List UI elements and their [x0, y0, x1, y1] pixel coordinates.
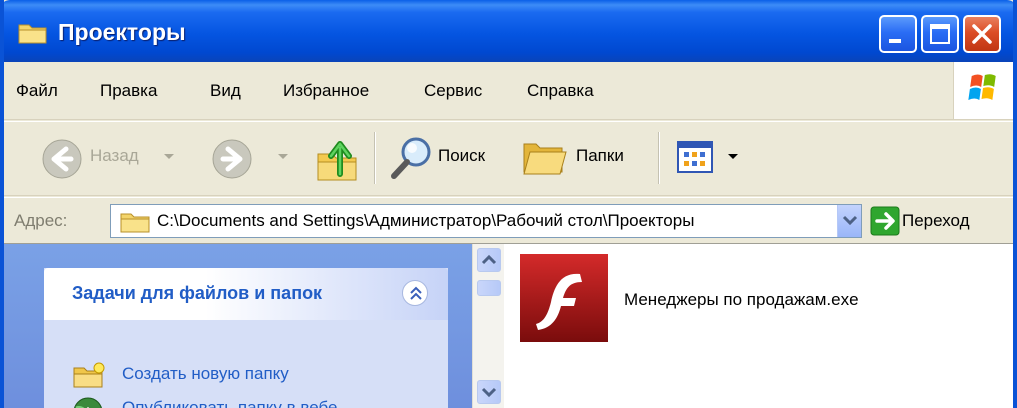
views-dropdown-icon[interactable] [726, 152, 740, 162]
file-item[interactable] [518, 252, 610, 349]
folder-icon [120, 213, 150, 233]
content-area: Задачи для файлов и папок Создать новую … [4, 243, 1013, 408]
search-icon[interactable] [388, 134, 436, 182]
vertical-scrollbar[interactable] [472, 244, 504, 408]
menu-view[interactable]: Вид [210, 81, 241, 101]
chevron-up-icon [481, 254, 497, 265]
address-path[interactable]: C:\Documents and Settings\Администратор\… [157, 211, 694, 231]
chevron-up-double-icon [410, 286, 422, 300]
close-icon [972, 24, 992, 44]
minimize-icon [889, 39, 901, 43]
scroll-down-button[interactable] [477, 380, 501, 404]
folders-label[interactable]: Папки [576, 146, 624, 166]
maximize-icon [930, 24, 950, 44]
maximize-button[interactable] [921, 15, 959, 53]
views-icon[interactable] [676, 140, 716, 176]
address-label: Адрес: [14, 211, 68, 230]
address-bar: Адрес: C:\Documents and Settings\Админис… [4, 197, 1013, 243]
scroll-up-button[interactable] [477, 248, 501, 272]
toolbar-separator [658, 132, 660, 184]
task-link-new-folder[interactable]: Создать новую папку [122, 364, 289, 384]
back-label[interactable]: Назад [90, 146, 139, 166]
scroll-thumb[interactable] [477, 280, 501, 296]
back-dropdown-icon[interactable] [162, 152, 176, 162]
go-button-label[interactable]: Переход [902, 211, 970, 231]
file-name[interactable]: Менеджеры по продажам.exe [624, 290, 859, 310]
collapse-button[interactable] [402, 280, 428, 306]
toolbar: Назад Поиск Папки [4, 121, 1013, 196]
search-label[interactable]: Поиск [438, 146, 485, 166]
minimize-button[interactable] [879, 15, 917, 53]
up-folder-icon[interactable] [314, 134, 360, 184]
windows-logo-area [953, 62, 1013, 119]
task-panel-title[interactable]: Задачи для файлов и папок [72, 283, 322, 304]
title-bar[interactable]: Проекторы [4, 0, 1013, 62]
menu-bar: Файл Правка Вид Избранное Сервис Справка [4, 62, 1013, 120]
address-dropdown-button[interactable] [837, 205, 861, 237]
chevron-down-icon [481, 387, 497, 398]
publish-web-icon [74, 397, 102, 408]
go-arrow-icon[interactable] [870, 206, 900, 236]
explorer-window: Проекторы Файл Правка Вид Избранное Серв… [0, 0, 1017, 408]
task-pane: Задачи для файлов и папок Создать новую … [4, 244, 472, 408]
window-title: Проекторы [58, 19, 186, 45]
back-arrow-icon[interactable] [40, 137, 84, 181]
chevron-down-icon [842, 215, 858, 226]
windows-logo-icon [968, 74, 996, 100]
close-button[interactable] [963, 15, 1001, 53]
folder-icon [18, 24, 47, 44]
file-folder-tasks-panel: Задачи для файлов и папок Создать новую … [44, 268, 448, 408]
flash-icon [520, 254, 608, 342]
forward-arrow-icon[interactable] [210, 137, 254, 181]
task-link-publish-web[interactable]: Опубликовать папку в вебе [122, 398, 337, 408]
menu-tools[interactable]: Сервис [424, 81, 482, 101]
address-input[interactable]: C:\Documents and Settings\Администратор\… [110, 204, 862, 238]
new-folder-icon [73, 362, 105, 388]
menu-edit[interactable]: Правка [100, 81, 157, 101]
menu-file[interactable]: Файл [16, 81, 58, 101]
folders-icon[interactable] [518, 136, 570, 180]
menu-favorites[interactable]: Избранное [283, 81, 369, 101]
forward-dropdown-icon[interactable] [276, 152, 290, 162]
toolbar-separator [374, 132, 376, 184]
task-panel-header[interactable]: Задачи для файлов и папок [44, 268, 448, 320]
menu-help[interactable]: Справка [527, 81, 594, 101]
